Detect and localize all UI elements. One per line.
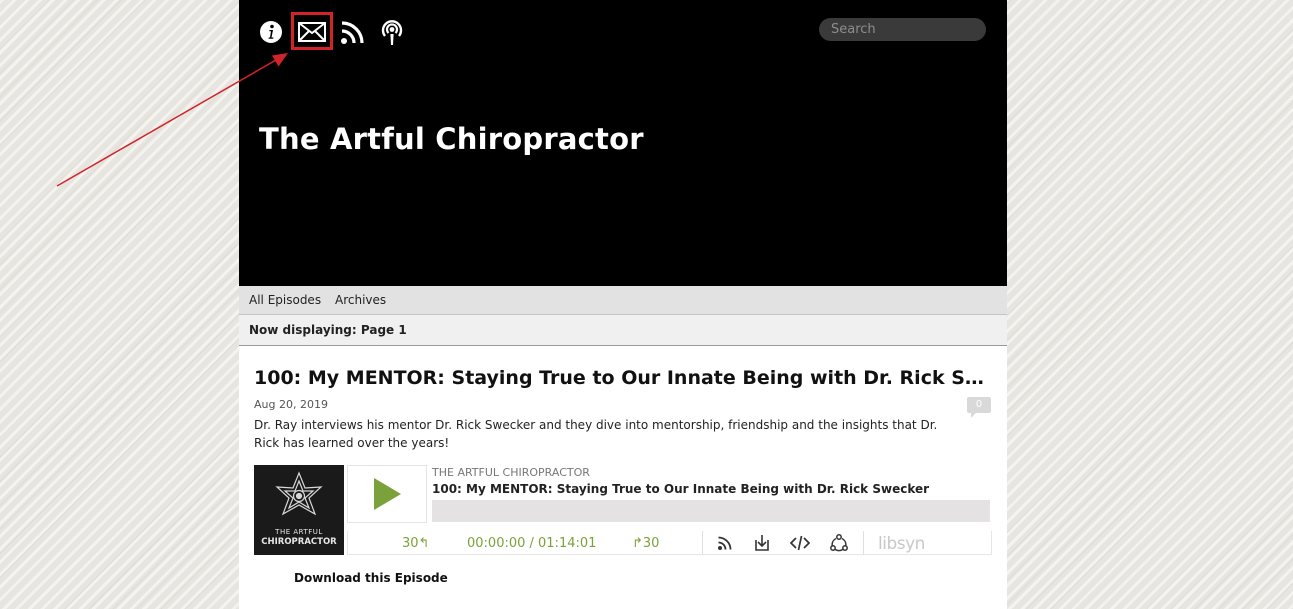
search-input[interactable] <box>819 18 986 41</box>
comment-count-badge[interactable]: 0 <box>967 397 991 418</box>
page-indicator-bar: Now displaying: Page 1 <box>239 315 1007 346</box>
info-icon[interactable] <box>253 14 289 50</box>
episode-date: Aug 20, 2019 <box>254 398 328 411</box>
podcast-icon[interactable] <box>374 14 410 50</box>
cover-text-line1: THE ARTFUL <box>275 528 323 536</box>
embed-icon[interactable] <box>783 531 817 555</box>
player-episode-title: 100: My MENTOR: Staying True to Our Inna… <box>432 482 930 496</box>
podcast-page: The Artful Chiropractor All Episodes Arc… <box>239 0 1007 609</box>
nav-archives[interactable]: Archives <box>335 293 386 307</box>
share-icon[interactable] <box>822 531 856 555</box>
audio-player: THE ARTFUL CHIROPRACTOR THE ARTFUL CHIRO… <box>254 465 992 555</box>
player-show-name: THE ARTFUL CHIROPRACTOR <box>432 466 590 479</box>
divider <box>863 531 864 555</box>
divider <box>702 531 703 555</box>
episode-title[interactable]: 100: My MENTOR: Staying True to Our Inna… <box>254 367 994 389</box>
podcast-cover-art: THE ARTFUL CHIROPRACTOR <box>254 465 344 555</box>
episode-description: Dr. Ray interviews his mentor Dr. Rick S… <box>254 418 938 450</box>
player-rss-icon[interactable] <box>708 531 742 555</box>
progress-bar[interactable] <box>432 500 990 522</box>
page-indicator: Now displaying: Page 1 <box>249 323 407 337</box>
player-controls: 30↰ 00:00:00 / 01:14:01 ↱30 libsyn <box>347 531 992 555</box>
nav-bar: All Episodes Archives <box>239 286 1007 315</box>
nav-all-episodes[interactable]: All Episodes <box>249 293 321 307</box>
download-episode-link[interactable]: Download this Episode <box>294 571 448 585</box>
time-display: 00:00:00 / 01:14:01 <box>467 536 597 551</box>
download-icon[interactable] <box>745 531 779 555</box>
site-title: The Artful Chiropractor <box>259 122 644 156</box>
skip-back-button[interactable]: 30↰ <box>402 536 429 551</box>
cover-text-line2: CHIROPRACTOR <box>261 537 337 547</box>
mail-icon[interactable] <box>294 14 330 50</box>
play-icon <box>374 478 401 510</box>
site-header: The Artful Chiropractor <box>239 0 1007 286</box>
libsyn-logo[interactable]: libsyn <box>878 534 925 554</box>
rss-icon[interactable] <box>335 14 371 50</box>
skip-forward-button[interactable]: ↱30 <box>632 536 659 551</box>
play-button[interactable] <box>347 465 427 523</box>
